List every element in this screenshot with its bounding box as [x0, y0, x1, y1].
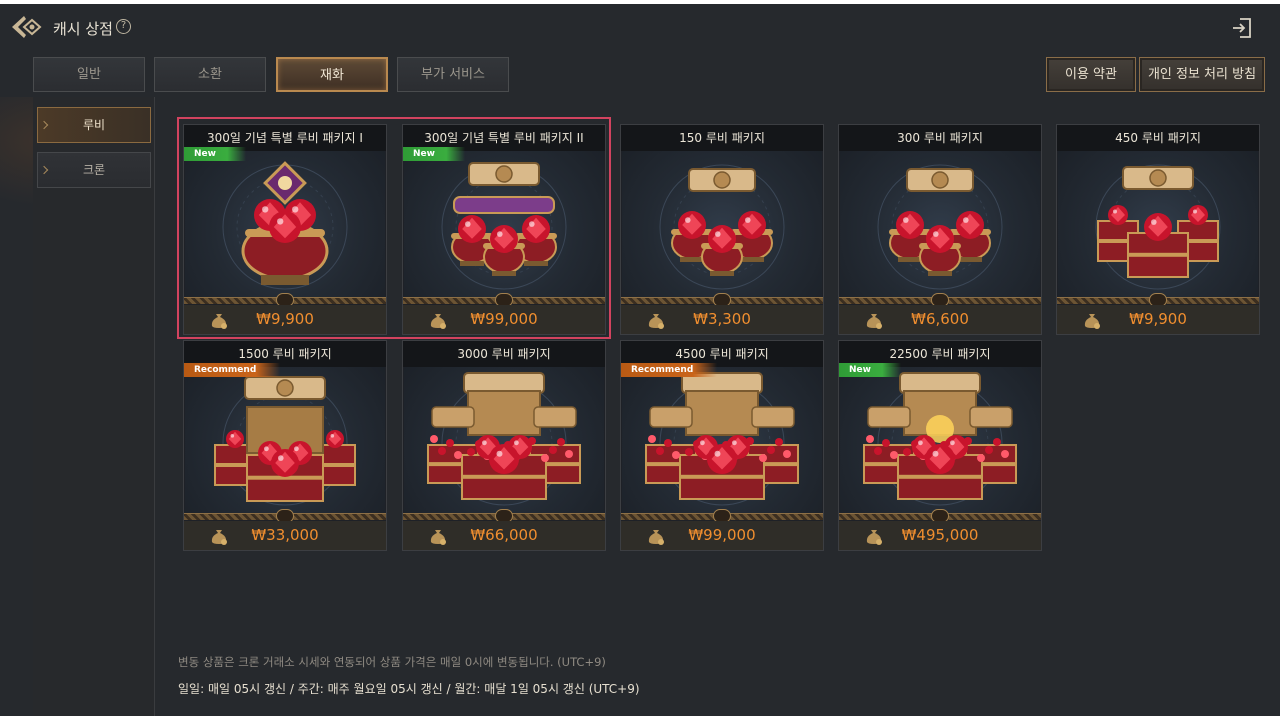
product-image: [840, 151, 1040, 297]
product-card[interactable]: 4500 루비 패키지 Recommend ₩99,000: [620, 340, 824, 551]
sidebar: 루비 크론: [33, 97, 155, 716]
product-name: 150 루비 패키지: [621, 125, 823, 151]
product-image: [622, 367, 822, 513]
recommend-badge: Recommend: [621, 363, 717, 377]
product-name: 300 루비 패키지: [839, 125, 1041, 151]
sidebar-item-label: 루비: [82, 118, 106, 132]
product-card[interactable]: 300일 기념 특별 루비 패키지 I New ₩9,900: [183, 124, 387, 335]
product-image: [840, 367, 1040, 513]
page-title: 캐시 상점: [53, 20, 113, 38]
tab-summon[interactable]: 소환: [154, 57, 266, 92]
back-emblem-icon[interactable]: [10, 13, 42, 41]
chevron-right-icon: [39, 165, 49, 175]
exit-door-icon[interactable]: [1230, 16, 1254, 40]
product-card[interactable]: 3000 루비 패키지 ₩66,000: [402, 340, 606, 551]
product-price: ₩6,600: [911, 310, 969, 328]
product-price: ₩495,000: [901, 526, 979, 544]
product-card[interactable]: 450 루비 패키지 ₩9,900: [1056, 124, 1260, 335]
product-image: [185, 151, 385, 297]
product-price: ₩9,900: [256, 310, 314, 328]
sidebar-item-ruby[interactable]: 루비: [37, 107, 151, 143]
product-image: [404, 151, 604, 297]
tab-general[interactable]: 일반: [33, 57, 145, 92]
cash-shop-screen: 캐시 상점 ? 일반 소환 재화 부가 서비스 이용 약관 개인 정보 처리 방…: [0, 0, 1280, 716]
product-price: ₩9,900: [1129, 310, 1187, 328]
top-bar: 캐시 상점 ?: [0, 4, 1280, 50]
product-card[interactable]: 1500 루비 패키지 Recommend ₩33,000: [183, 340, 387, 551]
recommend-badge: Recommend: [184, 363, 280, 377]
product-name: 450 루비 패키지: [1057, 125, 1259, 151]
tab-extra-services[interactable]: 부가 서비스: [397, 57, 509, 92]
product-image: [185, 367, 385, 513]
product-name: 3000 루비 패키지: [403, 341, 605, 367]
new-badge: New: [403, 147, 465, 161]
sidebar-item-label: 크론: [82, 163, 106, 177]
product-image: [1058, 151, 1258, 297]
product-price: ₩99,000: [688, 526, 756, 544]
help-circle-icon[interactable]: ?: [116, 19, 131, 34]
tab-currency[interactable]: 재화: [276, 57, 388, 92]
product-card[interactable]: 22500 루비 패키지 New ₩495,000: [838, 340, 1042, 551]
product-price: ₩3,300: [693, 310, 751, 328]
product-price: ₩99,000: [470, 310, 538, 328]
new-badge: New: [184, 147, 246, 161]
chevron-right-icon: [39, 120, 49, 130]
product-card[interactable]: 150 루비 패키지 ₩3,300: [620, 124, 824, 335]
privacy-policy-button[interactable]: 개인 정보 처리 방침: [1139, 57, 1265, 92]
product-image: [622, 151, 822, 297]
product-card[interactable]: 300 루비 패키지 ₩6,600: [838, 124, 1042, 335]
sidebar-item-kron[interactable]: 크론: [37, 152, 151, 188]
product-image: [404, 367, 604, 513]
product-card[interactable]: 300일 기념 특별 루비 패키지 II New ₩99,000: [402, 124, 606, 335]
new-badge: New: [839, 363, 901, 377]
terms-button[interactable]: 이용 약관: [1046, 57, 1136, 92]
product-price: ₩66,000: [470, 526, 538, 544]
reset-schedule-notice: 일일: 매일 05시 갱신 / 주간: 매주 월요일 05시 갱신 / 월간: …: [178, 682, 640, 696]
product-price: ₩33,000: [251, 526, 319, 544]
variable-price-notice: 변동 상품은 크론 거래소 시세와 연동되어 상품 가격은 매일 0시에 변동됩…: [178, 655, 606, 669]
